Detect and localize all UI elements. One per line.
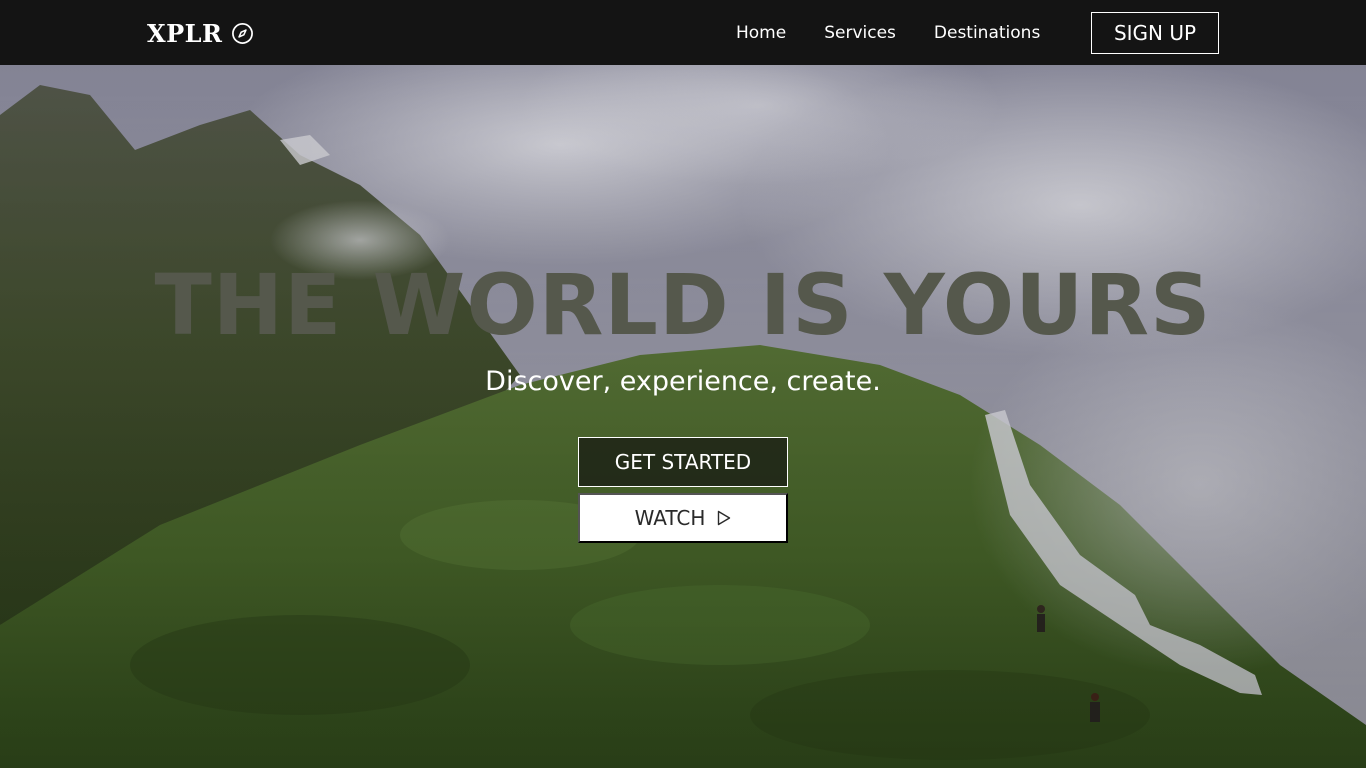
- hero-subtitle: Discover, experience, create.: [485, 366, 881, 397]
- play-icon: [718, 510, 731, 526]
- get-started-button[interactable]: GET STARTED: [578, 437, 788, 487]
- get-started-label: GET STARTED: [614, 450, 752, 474]
- navbar: XPLR Home Services Destinations SIGN UP: [0, 0, 1366, 65]
- watch-button[interactable]: WATCH: [578, 493, 788, 543]
- main-nav: Home Services Destinations: [736, 0, 1040, 65]
- nav-link-services[interactable]: Services: [824, 23, 896, 43]
- logo-text: XPLR: [147, 18, 223, 48]
- hero-background-image: [0, 65, 1366, 768]
- nav-link-destinations[interactable]: Destinations: [934, 23, 1040, 43]
- compass-icon: [231, 22, 253, 44]
- hero-title: THE WORLD IS YOURS: [154, 256, 1212, 354]
- hero-section: THE WORLD IS YOURS Discover, experience,…: [0, 65, 1366, 768]
- watch-label: WATCH: [634, 506, 706, 530]
- logo[interactable]: XPLR: [147, 18, 254, 48]
- nav-link-home[interactable]: Home: [736, 23, 786, 43]
- sign-up-button[interactable]: SIGN UP: [1091, 12, 1219, 54]
